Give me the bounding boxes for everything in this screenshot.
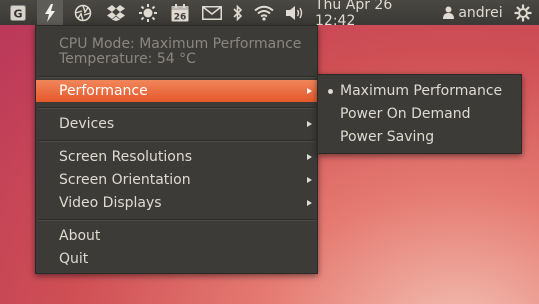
screen-resolutions-label: Screen Resolutions <box>59 149 193 165</box>
submenu-item-power-on-demand[interactable]: Power On Demand <box>318 103 521 125</box>
submenu-label: Maximum Performance <box>340 83 503 99</box>
clock-text: Thu Apr 26 12:42 <box>315 0 393 29</box>
submenu-item-maximum-performance[interactable]: Maximum Performance <box>318 80 521 102</box>
separator <box>38 140 315 142</box>
separator <box>38 76 315 78</box>
submenu-arrow-icon <box>307 154 312 160</box>
submenu-arrow-icon <box>307 121 312 127</box>
submenu-item-power-saving[interactable]: Power Saving <box>318 126 521 148</box>
calendar-icon[interactable]: 26 <box>167 0 193 25</box>
aperture-icon[interactable] <box>70 0 96 25</box>
about-label: About <box>59 228 101 244</box>
indicator-menu: CPU Mode: Maximum Performance Temperatur… <box>35 25 318 274</box>
power-icon[interactable] <box>511 0 535 25</box>
video-displays-label: Video Displays <box>59 195 162 211</box>
quit-label: Quit <box>59 251 89 267</box>
submenu-arrow-icon <box>307 177 312 183</box>
user-menu[interactable]: andrei <box>440 0 506 25</box>
svg-text:26: 26 <box>174 12 187 22</box>
mail-icon[interactable] <box>199 0 225 25</box>
submenu-arrow-icon <box>307 88 312 94</box>
temperature-status: Temperature: 54 °C <box>59 51 196 67</box>
screen-orientation-label: Screen Orientation <box>59 172 191 188</box>
devices-label: Devices <box>59 116 115 132</box>
bluetooth-icon[interactable] <box>228 0 248 25</box>
menu-item-screen-resolutions[interactable]: Screen Resolutions <box>36 146 317 168</box>
user-name: andrei <box>458 4 503 21</box>
selected-radio-dot-icon <box>328 89 333 94</box>
g-app-icon[interactable]: G <box>8 0 28 25</box>
lightning-icon[interactable] <box>37 0 63 25</box>
top-panel: G 26 Thu Apr 26 12:42 andrei <box>0 0 539 29</box>
volume-icon[interactable] <box>282 0 308 25</box>
menu-item-quit[interactable]: Quit <box>36 248 317 270</box>
svg-text:G: G <box>13 7 22 20</box>
menu-item-performance[interactable]: Performance <box>36 80 317 102</box>
submenu-label: Power Saving <box>340 129 435 145</box>
performance-label: Performance <box>59 83 148 99</box>
menu-item-video-displays[interactable]: Video Displays <box>36 192 317 214</box>
performance-submenu: Maximum Performance Power On Demand Powe… <box>317 74 522 154</box>
menu-item-devices[interactable]: Devices <box>36 113 317 135</box>
menu-item-screen-orientation[interactable]: Screen Orientation <box>36 169 317 191</box>
submenu-arrow-icon <box>307 200 312 206</box>
menu-item-about[interactable]: About <box>36 225 317 247</box>
separator <box>38 219 315 221</box>
user-icon <box>443 6 455 19</box>
wifi-icon[interactable] <box>252 0 276 25</box>
clock[interactable]: Thu Apr 26 12:42 <box>315 0 435 29</box>
submenu-label: Power On Demand <box>340 106 471 122</box>
separator <box>38 107 315 109</box>
gear-sun-icon[interactable] <box>135 0 161 25</box>
dropbox-icon[interactable] <box>103 0 129 25</box>
